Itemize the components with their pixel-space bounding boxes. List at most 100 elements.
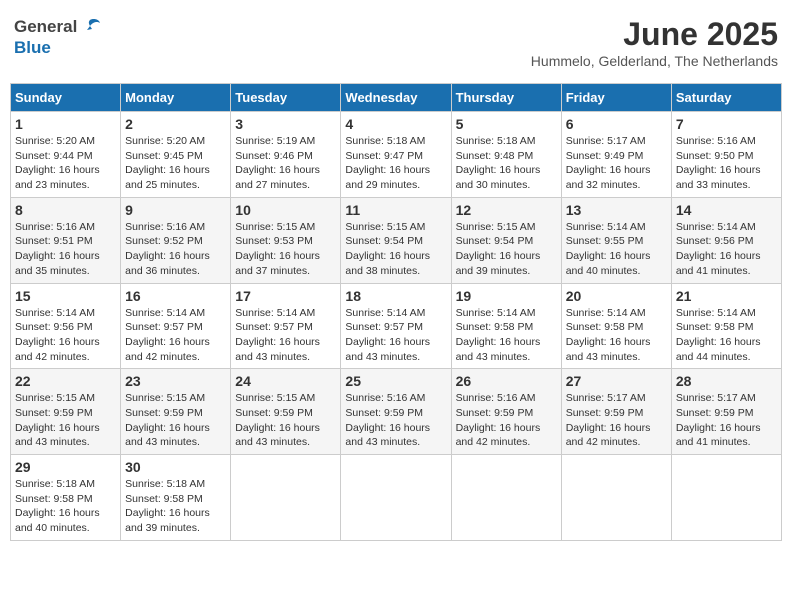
calendar-week-row: 15Sunrise: 5:14 AM Sunset: 9:56 PM Dayli… <box>11 283 782 369</box>
day-number: 7 <box>676 116 777 132</box>
calendar-cell: 10Sunrise: 5:15 AM Sunset: 9:53 PM Dayli… <box>231 197 341 283</box>
day-info: Sunrise: 5:14 AM Sunset: 9:56 PM Dayligh… <box>676 220 777 279</box>
day-number: 22 <box>15 373 116 389</box>
calendar-cell: 19Sunrise: 5:14 AM Sunset: 9:58 PM Dayli… <box>451 283 561 369</box>
day-info: Sunrise: 5:14 AM Sunset: 9:57 PM Dayligh… <box>235 306 336 365</box>
logo-bird-icon <box>79 16 101 38</box>
calendar-cell <box>231 455 341 541</box>
header-monday: Monday <box>121 84 231 112</box>
weekday-header-row: Sunday Monday Tuesday Wednesday Thursday… <box>11 84 782 112</box>
day-number: 28 <box>676 373 777 389</box>
header-friday: Friday <box>561 84 671 112</box>
calendar-cell: 27Sunrise: 5:17 AM Sunset: 9:59 PM Dayli… <box>561 369 671 455</box>
day-number: 5 <box>456 116 557 132</box>
day-info: Sunrise: 5:20 AM Sunset: 9:45 PM Dayligh… <box>125 134 226 193</box>
calendar-cell: 23 Sunrise: 5:15 AM Sunset: 9:59 PM Dayli… <box>121 369 231 455</box>
day-number: 16 <box>125 288 226 304</box>
calendar-cell: 4 Sunrise: 5:18 AM Sunset: 9:47 PM Daylig… <box>341 112 451 198</box>
day-number: 8 <box>15 202 116 218</box>
logo-general: General <box>14 17 77 37</box>
calendar-week-row: 8Sunrise: 5:16 AM Sunset: 9:51 PM Daylig… <box>11 197 782 283</box>
day-number: 17 <box>235 288 336 304</box>
day-info: Sunrise: 5:14 AM Sunset: 9:57 PM Dayligh… <box>345 306 446 365</box>
day-number: 29 <box>15 459 116 475</box>
day-info: Sunrise: 5:14 AM Sunset: 9:57 PM Dayligh… <box>125 306 226 365</box>
calendar-cell <box>561 455 671 541</box>
day-info: Sunrise: 5:15 AM Sunset: 9:54 PM Dayligh… <box>456 220 557 279</box>
header: General Blue June 2025 Hummelo, Gelderla… <box>10 10 782 75</box>
calendar-cell: 26Sunrise: 5:16 AM Sunset: 9:59 PM Dayli… <box>451 369 561 455</box>
day-info: Sunrise: 5:15 AM Sunset: 9:59 PM Dayligh… <box>235 391 336 450</box>
day-info: Sunrise: 5:15 AM Sunset: 9:59 PM Dayligh… <box>125 391 226 450</box>
calendar-cell: 3Sunrise: 5:19 AM Sunset: 9:46 PM Daylig… <box>231 112 341 198</box>
calendar-cell <box>341 455 451 541</box>
calendar-cell: 7 Sunrise: 5:16 AM Sunset: 9:50 PM Daylig… <box>671 112 781 198</box>
header-saturday: Saturday <box>671 84 781 112</box>
day-info: Sunrise: 5:14 AM Sunset: 9:58 PM Dayligh… <box>566 306 667 365</box>
calendar-cell: 17 Sunrise: 5:14 AM Sunset: 9:57 PM Dayli… <box>231 283 341 369</box>
day-number: 27 <box>566 373 667 389</box>
day-info: Sunrise: 5:16 AM Sunset: 9:50 PM Dayligh… <box>676 134 777 193</box>
logo: General Blue <box>14 16 101 58</box>
day-number: 9 <box>125 202 226 218</box>
day-info: Sunrise: 5:18 AM Sunset: 9:58 PM Dayligh… <box>15 477 116 536</box>
day-info: Sunrise: 5:17 AM Sunset: 9:59 PM Dayligh… <box>676 391 777 450</box>
day-number: 1 <box>15 116 116 132</box>
calendar-cell: 15Sunrise: 5:14 AM Sunset: 9:56 PM Dayli… <box>11 283 121 369</box>
calendar-week-row: 1 Sunrise: 5:20 AM Sunset: 9:44 PM Daylig… <box>11 112 782 198</box>
header-thursday: Thursday <box>451 84 561 112</box>
header-wednesday: Wednesday <box>341 84 451 112</box>
title-area: June 2025 Hummelo, Gelderland, The Nethe… <box>531 16 778 69</box>
calendar-cell: 8Sunrise: 5:16 AM Sunset: 9:51 PM Daylig… <box>11 197 121 283</box>
day-number: 4 <box>345 116 446 132</box>
calendar-cell: 16 Sunrise: 5:14 AM Sunset: 9:57 PM Dayli… <box>121 283 231 369</box>
day-info: Sunrise: 5:20 AM Sunset: 9:44 PM Dayligh… <box>15 134 116 193</box>
day-number: 3 <box>235 116 336 132</box>
day-number: 10 <box>235 202 336 218</box>
calendar-cell: 11Sunrise: 5:15 AM Sunset: 9:54 PM Dayli… <box>341 197 451 283</box>
day-number: 25 <box>345 373 446 389</box>
day-info: Sunrise: 5:18 AM Sunset: 9:47 PM Dayligh… <box>345 134 446 193</box>
day-number: 11 <box>345 202 446 218</box>
calendar-cell <box>451 455 561 541</box>
day-number: 26 <box>456 373 557 389</box>
day-info: Sunrise: 5:17 AM Sunset: 9:49 PM Dayligh… <box>566 134 667 193</box>
day-info: Sunrise: 5:14 AM Sunset: 9:58 PM Dayligh… <box>676 306 777 365</box>
day-number: 30 <box>125 459 226 475</box>
day-number: 23 <box>125 373 226 389</box>
calendar-cell: 25Sunrise: 5:16 AM Sunset: 9:59 PM Dayli… <box>341 369 451 455</box>
calendar-cell: 18 Sunrise: 5:14 AM Sunset: 9:57 PM Dayli… <box>341 283 451 369</box>
calendar-week-row: 22 Sunrise: 5:15 AM Sunset: 9:59 PM Dayli… <box>11 369 782 455</box>
day-number: 2 <box>125 116 226 132</box>
day-number: 15 <box>15 288 116 304</box>
calendar-cell: 13 Sunrise: 5:14 AM Sunset: 9:55 PM Dayli… <box>561 197 671 283</box>
calendar-cell: 5 Sunrise: 5:18 AM Sunset: 9:48 PM Daylig… <box>451 112 561 198</box>
day-info: Sunrise: 5:14 AM Sunset: 9:58 PM Dayligh… <box>456 306 557 365</box>
day-number: 13 <box>566 202 667 218</box>
day-number: 18 <box>345 288 446 304</box>
calendar-week-row: 29 Sunrise: 5:18 AM Sunset: 9:58 PM Dayli… <box>11 455 782 541</box>
logo-blue: Blue <box>14 38 51 58</box>
day-number: 21 <box>676 288 777 304</box>
calendar-cell: 6 Sunrise: 5:17 AM Sunset: 9:49 PM Daylig… <box>561 112 671 198</box>
calendar-cell: 24 Sunrise: 5:15 AM Sunset: 9:59 PM Dayli… <box>231 369 341 455</box>
month-title: June 2025 <box>531 16 778 53</box>
calendar-cell: 22 Sunrise: 5:15 AM Sunset: 9:59 PM Dayli… <box>11 369 121 455</box>
calendar-cell: 9 Sunrise: 5:16 AM Sunset: 9:52 PM Daylig… <box>121 197 231 283</box>
calendar-cell: 28 Sunrise: 5:17 AM Sunset: 9:59 PM Dayli… <box>671 369 781 455</box>
location-title: Hummelo, Gelderland, The Netherlands <box>531 53 778 69</box>
day-info: Sunrise: 5:16 AM Sunset: 9:52 PM Dayligh… <box>125 220 226 279</box>
calendar-body: 1 Sunrise: 5:20 AM Sunset: 9:44 PM Daylig… <box>11 112 782 541</box>
day-number: 6 <box>566 116 667 132</box>
day-number: 20 <box>566 288 667 304</box>
calendar-cell <box>671 455 781 541</box>
day-number: 14 <box>676 202 777 218</box>
day-number: 24 <box>235 373 336 389</box>
calendar-cell: 12Sunrise: 5:15 AM Sunset: 9:54 PM Dayli… <box>451 197 561 283</box>
day-info: Sunrise: 5:18 AM Sunset: 9:48 PM Dayligh… <box>456 134 557 193</box>
calendar-cell: 1 Sunrise: 5:20 AM Sunset: 9:44 PM Daylig… <box>11 112 121 198</box>
day-info: Sunrise: 5:14 AM Sunset: 9:55 PM Dayligh… <box>566 220 667 279</box>
header-sunday: Sunday <box>11 84 121 112</box>
calendar: Sunday Monday Tuesday Wednesday Thursday… <box>10 83 782 541</box>
day-info: Sunrise: 5:15 AM Sunset: 9:59 PM Dayligh… <box>15 391 116 450</box>
